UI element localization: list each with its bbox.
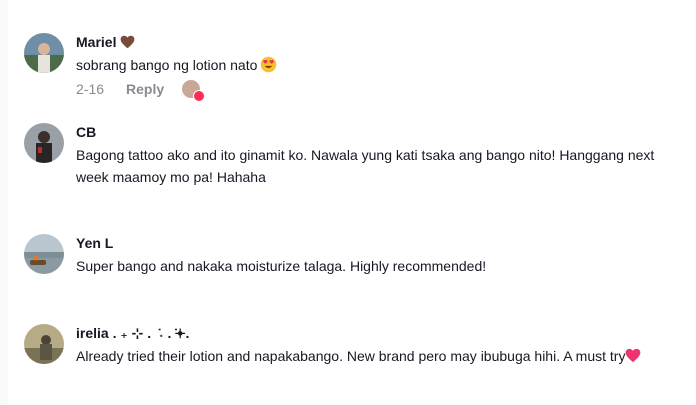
comment-text-content: sobrang bango ng lotion nato xyxy=(76,57,258,73)
comment-text: sobrang bango ng lotion nato xyxy=(76,54,686,76)
avatar[interactable] xyxy=(24,324,64,364)
comment-meta: 2-16 Reply xyxy=(76,78,686,102)
pink-heart-icon xyxy=(626,348,641,363)
heart-icon xyxy=(120,35,135,49)
left-edge xyxy=(0,0,8,405)
creator-liked-avatar xyxy=(182,80,206,102)
comment-text: Bagong tattoo ako and ito ginamit ko. Na… xyxy=(76,147,655,185)
comment-text: Super bango and nakaka moisturize talaga… xyxy=(76,258,487,274)
avatar[interactable] xyxy=(24,234,64,274)
liked-badge-icon xyxy=(193,90,206,102)
comment-author[interactable]: Mariel xyxy=(76,33,686,51)
reply-button[interactable]: Reply xyxy=(126,81,164,97)
author-name[interactable]: Mariel xyxy=(76,34,116,50)
avatar[interactable] xyxy=(24,123,64,163)
heart-eyes-emoji-icon xyxy=(261,56,277,73)
avatar[interactable] xyxy=(24,33,64,73)
comment-date: 2-16 xyxy=(76,81,105,97)
comment-text: Already tried their lotion and napakaban… xyxy=(76,345,686,367)
comment-author[interactable]: CB xyxy=(76,123,686,141)
comment-author[interactable]: irelia . ₊ ⊹ . ݁ ˖ . ݁𖥔. xyxy=(76,324,686,342)
comment-author[interactable]: Yen L xyxy=(76,234,686,252)
comment-text-content: Already tried their lotion and napakaban… xyxy=(76,348,626,364)
